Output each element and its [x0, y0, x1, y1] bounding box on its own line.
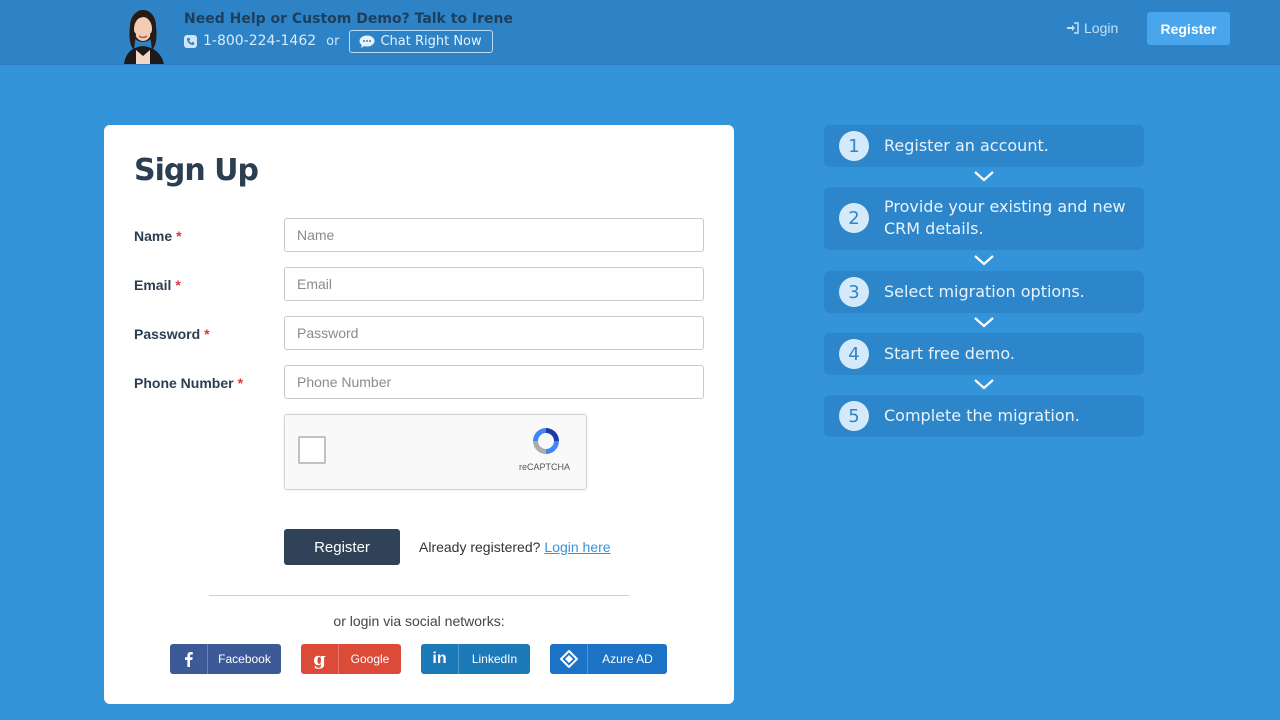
agent-avatar: [116, 4, 170, 64]
password-field[interactable]: [284, 316, 704, 350]
header-register-button[interactable]: Register: [1147, 12, 1230, 45]
signup-card: Sign Up Name* Email* Password* Phone Num…: [104, 125, 734, 704]
chevron-down-icon: [974, 379, 994, 390]
name-label: Name *: [134, 228, 182, 244]
recaptcha-checkbox[interactable]: [298, 436, 326, 464]
linkedin-login-button[interactable]: in LinkedIn: [421, 644, 530, 674]
step-2: 2 Provide your existing and new CRM deta…: [824, 187, 1144, 250]
recaptcha-logo-icon: [530, 425, 562, 457]
google-login-button[interactable]: g Google: [301, 644, 401, 674]
chevron-down-icon: [974, 255, 994, 266]
chevron-down-icon: [974, 317, 994, 328]
chevron-down-icon: [974, 171, 994, 182]
step-number: 3: [839, 277, 869, 307]
help-title: Need Help or Custom Demo? Talk to Irene: [184, 11, 513, 27]
step-text: Complete the migration.: [884, 406, 1080, 425]
recaptcha-widget: reCAPTCHA: [284, 414, 587, 490]
phone-number-field[interactable]: [284, 365, 704, 399]
linkedin-label: LinkedIn: [471, 652, 518, 666]
header-login-link[interactable]: Login: [1066, 20, 1118, 36]
step-number: 4: [839, 339, 869, 369]
chat-now-label: Chat Right Now: [380, 33, 482, 49]
contact-row: 1-800-224-1462 or Chat Right Now: [184, 29, 493, 53]
header-login-label: Login: [1084, 20, 1119, 36]
page-title: Sign Up: [134, 153, 259, 188]
already-registered-label: Already registered?: [419, 539, 541, 555]
phone-icon: [184, 34, 197, 48]
social-caption: or login via social networks:: [333, 613, 505, 629]
email-field[interactable]: [284, 267, 704, 301]
email-label: Email *: [134, 277, 181, 293]
facebook-icon: [170, 644, 208, 674]
step-text: Provide your existing and new CRM detail…: [884, 197, 1126, 238]
already-registered-text: Already registered? Login here: [419, 539, 611, 555]
step-5: 5 Complete the migration.: [824, 395, 1144, 437]
recaptcha-label: reCAPTCHA: [519, 462, 571, 472]
sign-in-icon: [1067, 22, 1079, 34]
chat-bubble-icon: [359, 35, 375, 48]
step-3: 3 Select migration options.: [824, 271, 1144, 313]
divider: [209, 595, 629, 596]
step-number: 5: [839, 401, 869, 431]
google-label: Google: [350, 652, 390, 666]
step-4: 4 Start free demo.: [824, 333, 1144, 375]
step-number: 1: [839, 131, 869, 161]
step-text: Start free demo.: [884, 344, 1015, 363]
phone-number-label: Phone Number *: [134, 375, 244, 391]
or-separator: or: [326, 33, 340, 49]
login-here-link[interactable]: Login here: [544, 539, 610, 555]
step-1: 1 Register an account.: [824, 125, 1144, 167]
top-header: Need Help or Custom Demo? Talk to Irene …: [0, 0, 1280, 65]
facebook-label: Facebook: [218, 652, 271, 666]
step-text: Select migration options.: [884, 282, 1085, 301]
password-label: Password *: [134, 326, 210, 342]
phone-number[interactable]: 1-800-224-1462: [203, 33, 316, 49]
google-icon: g: [301, 644, 339, 674]
azure-ad-label: Azure AD: [602, 652, 653, 666]
step-number: 2: [839, 203, 869, 233]
linkedin-icon: in: [421, 644, 459, 674]
chat-now-button[interactable]: Chat Right Now: [349, 29, 493, 53]
step-text: Register an account.: [884, 136, 1049, 155]
azure-ad-icon: [550, 644, 588, 674]
name-field[interactable]: [284, 218, 704, 252]
facebook-login-button[interactable]: Facebook: [170, 644, 281, 674]
register-button[interactable]: Register: [284, 529, 400, 565]
azure-ad-login-button[interactable]: Azure AD: [550, 644, 667, 674]
